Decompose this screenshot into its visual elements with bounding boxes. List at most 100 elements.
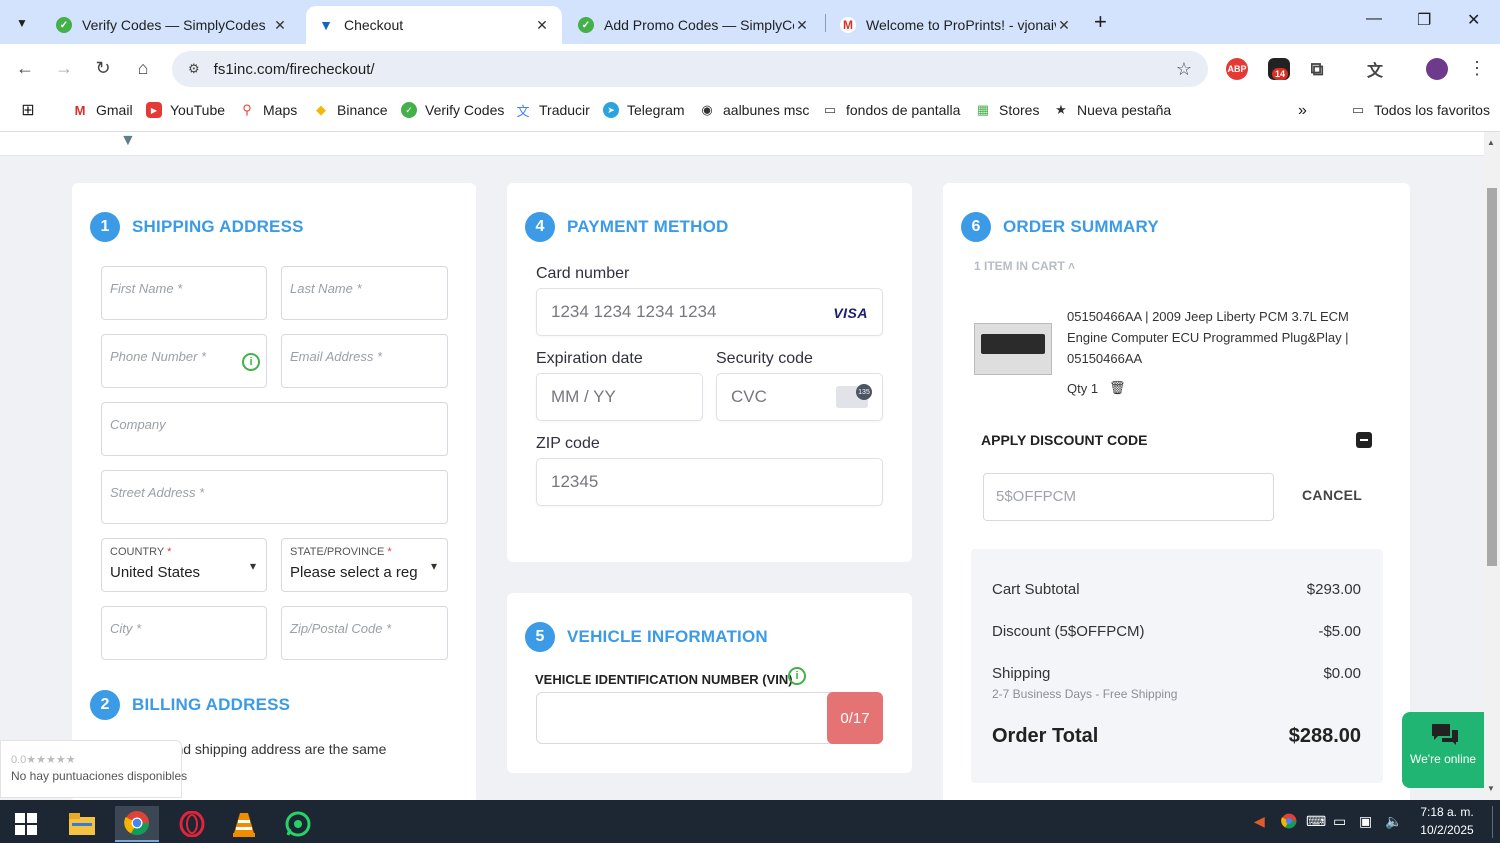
phone-field[interactable]: Phone Number * i [101, 334, 267, 388]
tab-proprints[interactable]: M Welcome to ProPrints! - vjonaiv ✕ [828, 6, 1084, 44]
discount-code-input[interactable]: 5$OFFPCM [983, 473, 1274, 521]
tab-search-button[interactable]: ▼ [8, 9, 36, 37]
bookmark-star-icon[interactable]: ☆ [1176, 59, 1192, 80]
vlc-icon[interactable] [222, 806, 266, 842]
display-icon[interactable]: ▣ [1359, 813, 1372, 830]
whatsapp-icon[interactable] [276, 806, 320, 842]
company-field[interactable]: Company [101, 402, 448, 456]
home-icon[interactable]: ⌂ [132, 58, 154, 79]
items-in-cart-toggle[interactable]: 1 ITEM IN CART ˄ [974, 259, 1075, 273]
shipping-value: $0.00 [1323, 665, 1361, 682]
bookmark-gmail[interactable]: M Gmail [72, 102, 133, 118]
restore-icon[interactable]: ❐ [1417, 10, 1431, 30]
product-title[interactable]: 05150466AA | 2009 Jeep Liberty PCM 3.7L … [1067, 306, 1367, 369]
bookmark-fondos[interactable]: ▭ fondos de pantalla [822, 102, 961, 118]
extensions-puzzle-icon[interactable]: ⧉ [1306, 58, 1328, 80]
subtotal-label: Cart Subtotal [992, 581, 1080, 598]
close-tab-icon[interactable]: ✕ [1056, 17, 1072, 34]
menu-kebab-icon[interactable]: ⋮ [1466, 58, 1488, 79]
rating-widget[interactable]: 0.0★★★★★ No hay puntuaciones disponibles [0, 740, 187, 798]
profile-avatar[interactable] [1426, 58, 1448, 80]
product-image[interactable] [974, 323, 1052, 375]
page-scrollbar[interactable]: ▲ ▼ [1484, 132, 1500, 800]
cvc-card-icon: 135 [836, 384, 872, 408]
gmail-icon: M [840, 17, 856, 33]
windows-start-icon[interactable] [4, 806, 48, 842]
discount-section-title[interactable]: APPLY DISCOUNT CODE [981, 432, 1147, 448]
close-window-icon[interactable]: ✕ [1467, 10, 1480, 30]
trash-icon[interactable]: 🗑 [1109, 380, 1126, 396]
billing-same-checkbox-label[interactable]: g and shipping address are the same [156, 741, 386, 757]
last-name-field[interactable]: Last Name * [281, 266, 448, 320]
close-tab-icon[interactable]: ✕ [534, 17, 550, 34]
minimize-icon[interactable]: — [1366, 10, 1382, 28]
live-chat-button[interactable]: We're online [1402, 712, 1484, 788]
tab-checkout[interactable]: ▼ Checkout ✕ [306, 6, 562, 44]
bookmark-traducir[interactable]: 文 Traducir [515, 102, 590, 119]
cvc-icon-badge: 135 [856, 384, 872, 400]
chrome-tray-icon[interactable] [1281, 813, 1297, 832]
bookmark-telegram[interactable]: ➤ Telegram [603, 102, 685, 118]
bookmark-verify-codes[interactable]: ✓ Verify Codes [401, 102, 504, 118]
more-bookmarks-chevron-icon[interactable]: » [1298, 102, 1307, 120]
scroll-up-arrow-icon[interactable]: ▲ [1487, 138, 1495, 147]
city-field[interactable]: City * [101, 606, 267, 660]
scroll-down-arrow-icon[interactable]: ▼ [1487, 784, 1495, 793]
bookmark-label: Traducir [539, 102, 590, 118]
street-address-field[interactable]: Street Address * [101, 470, 448, 524]
totals-panel: Cart Subtotal $293.00 Discount (5$OFFPCM… [971, 549, 1383, 783]
vehicle-header: 5 VEHICLE INFORMATION [525, 622, 768, 652]
scroll-thumb[interactable] [1487, 188, 1497, 566]
language-icon[interactable]: ⌨ [1306, 813, 1326, 830]
zip-code-input[interactable]: 12345 [536, 458, 883, 506]
bookmark-aalbunes[interactable]: ◉ aalbunes msc [699, 102, 809, 118]
adblock-icon[interactable]: ABP [1226, 58, 1248, 80]
zip-field[interactable]: Zip/Postal Code * [281, 606, 448, 660]
card-number-label: Card number [536, 265, 630, 282]
opera-icon[interactable] [170, 806, 214, 842]
cvc-input[interactable]: CVC 135 [716, 373, 883, 421]
shipping-label: Shipping [992, 665, 1051, 682]
apps-grid-icon[interactable]: ⊞ [20, 102, 44, 119]
tab-title: Add Promo Codes — SimplyCo [604, 17, 794, 33]
bookmark-binance[interactable]: ◆ Binance [313, 102, 388, 118]
state-select[interactable]: STATE/PROVINCE * Please select a region … [281, 538, 448, 592]
bookmark-stores[interactable]: ▦ Stores [975, 102, 1040, 118]
country-select[interactable]: COUNTRY * United States ▾ [101, 538, 267, 592]
bookmark-youtube[interactable]: ▶ YouTube [146, 102, 225, 118]
placeholder: First Name * [110, 281, 183, 296]
vin-info-icon[interactable]: i [788, 667, 806, 685]
first-name-field[interactable]: First Name * [101, 266, 267, 320]
reload-icon[interactable]: ↻ [92, 58, 114, 79]
state-value: Please select a region [290, 564, 418, 581]
new-tab-button[interactable]: + [1094, 11, 1107, 33]
info-icon[interactable]: i [242, 353, 260, 371]
taskbar-clock[interactable]: 7:18 a. m. 10/2/2025 [1408, 803, 1486, 839]
address-bar[interactable]: ⚙ fs1inc.com/firecheckout/ ☆ [172, 51, 1208, 87]
cancel-discount-button[interactable]: CANCEL [1302, 487, 1362, 503]
collapse-minus-icon[interactable] [1356, 432, 1372, 448]
site-logo-icon[interactable]: ▼ [120, 132, 140, 152]
network-icon[interactable]: ▭ [1333, 813, 1346, 830]
tab-add-promo-codes[interactable]: ✓ Add Promo Codes — SimplyCo ✕ [566, 6, 822, 44]
show-desktop-button[interactable] [1492, 806, 1498, 838]
close-tab-icon[interactable]: ✕ [272, 17, 288, 34]
translate-icon[interactable]: 文 [1364, 58, 1386, 80]
file-explorer-icon[interactable] [60, 806, 104, 842]
tab-verify-codes[interactable]: ✓ Verify Codes — SimplyCodes ✕ [44, 6, 300, 44]
bookmark-nueva-pestana[interactable]: ★ Nueva pestaña [1053, 102, 1171, 118]
email-field[interactable]: Email Address * [281, 334, 448, 388]
chrome-taskbar-icon[interactable] [115, 806, 159, 842]
discount-code-value: 5$OFFPCM [996, 488, 1077, 505]
url-text[interactable]: fs1inc.com/firecheckout/ [214, 61, 375, 78]
speaker-icon[interactable]: 🔈 [1385, 813, 1402, 830]
volume-warning-icon[interactable]: ◀ [1254, 813, 1265, 830]
card-number-input[interactable]: 1234 1234 1234 1234 VISA [536, 288, 883, 336]
all-bookmarks-folder[interactable]: ▭ Todos los favoritos [1350, 102, 1490, 118]
bookmark-maps[interactable]: ⚲ Maps [239, 102, 297, 118]
expiration-input[interactable]: MM / YY [536, 373, 703, 421]
site-info-icon[interactable]: ⚙ [188, 61, 200, 77]
close-tab-icon[interactable]: ✕ [794, 17, 810, 34]
forward-icon[interactable]: → [53, 58, 75, 79]
back-icon[interactable]: ← [14, 58, 36, 79]
